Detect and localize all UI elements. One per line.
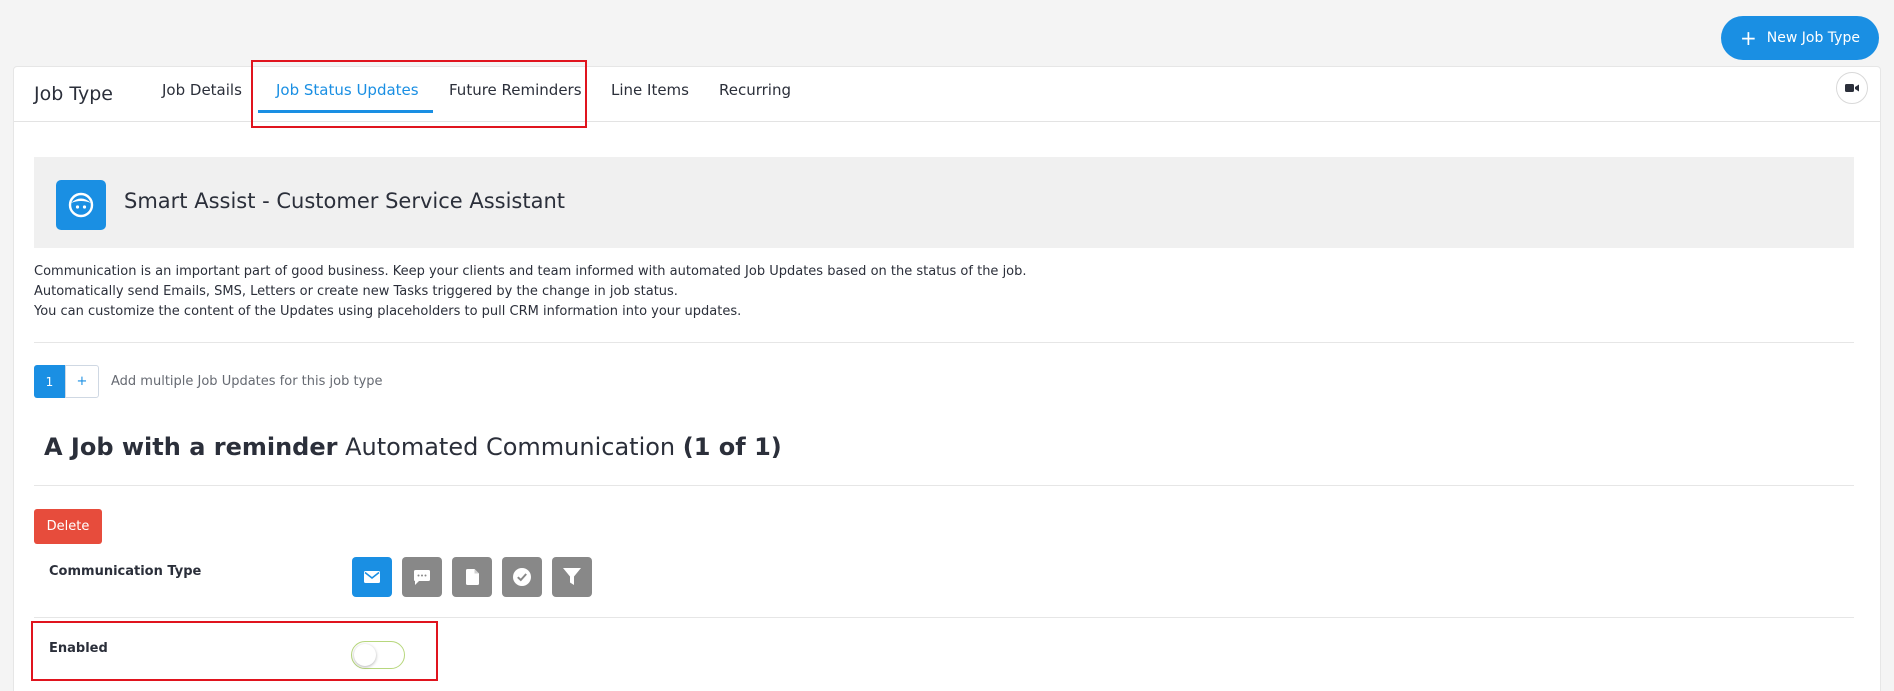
job-update-heading-middle: Automated Communication <box>345 433 676 461</box>
job-type-card: Job Type Job Details Job Status Updates … <box>13 66 1881 691</box>
job-update-name: A Job with a reminder <box>44 433 338 461</box>
letter-type-button[interactable] <box>452 557 492 597</box>
communication-type-label: Communication Type <box>49 564 202 579</box>
description: Communication is an important part of go… <box>34 262 1027 322</box>
toggle-knob <box>354 644 376 666</box>
sms-type-button[interactable] <box>402 557 442 597</box>
enabled-toggle[interactable] <box>351 641 405 669</box>
filter-type-button[interactable] <box>552 557 592 597</box>
plus-icon: + <box>1740 26 1757 50</box>
new-job-type-label: New Job Type <box>1766 30 1860 46</box>
job-update-heading: A Job with a reminder Automated Communic… <box>44 433 782 461</box>
pager-hint: Add multiple Job Updates for this job ty… <box>111 374 383 389</box>
task-type-button[interactable] <box>502 557 542 597</box>
divider <box>34 342 1854 343</box>
email-type-button[interactable] <box>352 557 392 597</box>
card-title: Job Type <box>34 83 113 105</box>
enabled-label: Enabled <box>49 641 108 656</box>
tab-line-items[interactable]: Line Items <box>611 81 689 99</box>
tab-job-details[interactable]: Job Details <box>162 81 242 99</box>
job-update-page-1[interactable]: 1 <box>34 365 65 398</box>
smart-assist-banner: Smart Assist - Customer Service Assistan… <box>34 157 1854 248</box>
description-line: Communication is an important part of go… <box>34 264 1027 279</box>
divider <box>34 617 1854 618</box>
new-job-type-button[interactable]: + New Job Type <box>1721 16 1879 60</box>
assistant-face-icon <box>56 180 106 230</box>
sms-icon <box>414 569 430 585</box>
tab-bar: Job Type Job Details Job Status Updates … <box>14 67 1880 122</box>
add-job-update-button[interactable]: + <box>65 365 99 398</box>
video-help-button[interactable] <box>1836 72 1868 104</box>
job-update-count: (1 of 1) <box>682 433 782 461</box>
active-tab-indicator <box>258 110 433 113</box>
tab-future-reminders[interactable]: Future Reminders <box>449 81 582 99</box>
filter-icon <box>563 568 581 585</box>
task-icon <box>513 568 531 586</box>
video-camera-icon <box>1845 84 1859 92</box>
description-line: Automatically send Emails, SMS, Letters … <box>34 284 678 299</box>
email-icon <box>364 571 380 583</box>
tab-job-status-updates[interactable]: Job Status Updates <box>276 81 419 99</box>
smart-assist-title: Smart Assist - Customer Service Assistan… <box>124 189 566 213</box>
description-line: You can customize the content of the Upd… <box>34 304 742 319</box>
delete-button[interactable]: Delete <box>34 509 102 544</box>
letter-icon <box>465 569 479 585</box>
divider <box>34 485 1854 486</box>
tab-recurring[interactable]: Recurring <box>719 81 791 99</box>
job-update-pager: 1 + Add multiple Job Updates for this jo… <box>34 365 383 398</box>
